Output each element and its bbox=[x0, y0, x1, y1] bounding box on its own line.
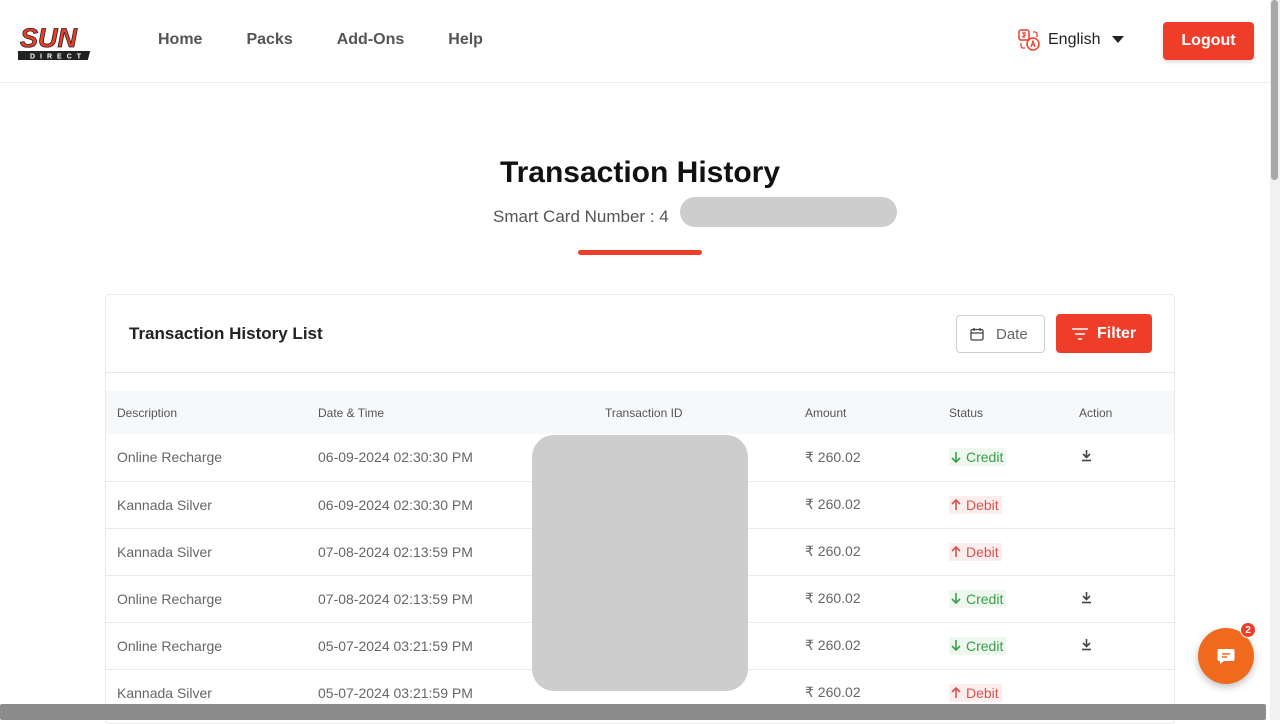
col-status: Status bbox=[949, 405, 984, 420]
card-title: Transaction History List bbox=[129, 324, 323, 343]
vertical-scrollbar-thumb[interactable] bbox=[1271, 0, 1278, 180]
col-transaction-id: Transaction ID bbox=[605, 405, 683, 420]
top-header: SUN DIRECT Home Packs Add-Ons Help Engli… bbox=[0, 0, 1270, 83]
row-description: Online Recharge bbox=[117, 449, 223, 466]
status-badge: Debit bbox=[949, 683, 1002, 702]
chat-icon bbox=[1217, 649, 1235, 664]
translate-icon bbox=[1018, 29, 1040, 51]
row-amount: ₹ 260.02 bbox=[805, 590, 861, 606]
redacted-transaction-ids bbox=[532, 435, 748, 691]
nav-home[interactable]: Home bbox=[158, 31, 202, 49]
page-title: Transaction History bbox=[499, 156, 781, 189]
status-text: Credit bbox=[966, 590, 1004, 607]
caret-down-icon bbox=[1112, 36, 1125, 43]
nav-add-ons[interactable]: Add-Ons bbox=[337, 31, 405, 49]
chat-notification-badge: 2 bbox=[1240, 622, 1256, 638]
title-underline bbox=[578, 250, 702, 255]
row-description: Kannada Silver bbox=[117, 496, 212, 513]
table-header-row: Description Date & Time Transaction ID A… bbox=[106, 391, 1174, 434]
status-badge: Debit bbox=[949, 495, 1002, 514]
arrow-up-icon bbox=[951, 499, 961, 510]
nav-packs[interactable]: Packs bbox=[246, 31, 292, 49]
redacted-card-number bbox=[680, 197, 897, 227]
vertical-scrollbar[interactable] bbox=[1270, 0, 1280, 720]
logout-button[interactable]: Logout bbox=[1163, 22, 1254, 60]
row-amount: ₹ 260.02 bbox=[805, 496, 861, 512]
arrow-down-icon bbox=[951, 451, 961, 463]
calendar-icon bbox=[970, 328, 984, 341]
download-icon[interactable] bbox=[1081, 450, 1092, 462]
status-badge: Credit bbox=[949, 589, 1007, 608]
download-icon[interactable] bbox=[1081, 638, 1092, 651]
arrow-up-icon bbox=[951, 687, 961, 698]
filter-label: Filter bbox=[1097, 324, 1137, 342]
nav-help[interactable]: Help bbox=[448, 31, 483, 49]
status-badge: Credit bbox=[949, 448, 1007, 467]
date-label: Date bbox=[996, 325, 1028, 343]
row-amount: ₹ 260.02 bbox=[805, 637, 861, 653]
svg-text:DIRECT: DIRECT bbox=[30, 54, 86, 61]
main-nav: Home Packs Add-Ons Help bbox=[158, 31, 527, 49]
status-badge: Debit bbox=[949, 542, 1002, 561]
col-amount: Amount bbox=[805, 405, 847, 420]
filter-button[interactable]: Filter bbox=[1056, 314, 1152, 353]
card-header: Transaction History List Date Filter bbox=[106, 295, 1174, 373]
row-description: Kannada Silver bbox=[117, 543, 212, 560]
arrow-down-icon bbox=[951, 640, 961, 651]
sun-direct-logo[interactable]: SUN DIRECT bbox=[18, 22, 110, 62]
status-text: Debit bbox=[966, 496, 999, 513]
svg-text:SUN: SUN bbox=[20, 23, 78, 53]
col-description: Description bbox=[117, 405, 178, 420]
status-text: Debit bbox=[966, 543, 999, 560]
row-amount: ₹ 260.02 bbox=[805, 448, 861, 465]
row-description: Online Recharge bbox=[117, 590, 223, 607]
download-icon[interactable] bbox=[1081, 591, 1092, 604]
status-text: Debit bbox=[966, 684, 999, 701]
date-picker-button[interactable]: Date bbox=[956, 315, 1045, 353]
col-date-time: Date & Time bbox=[318, 405, 385, 420]
horizontal-scrollbar[interactable] bbox=[0, 704, 1266, 720]
filter-icon bbox=[1072, 327, 1088, 340]
smart-card-number: Smart Card Number : 4 bbox=[493, 207, 669, 226]
language-label: English bbox=[1048, 31, 1101, 48]
arrow-up-icon bbox=[951, 546, 961, 557]
row-description: Online Recharge bbox=[117, 637, 223, 654]
status-badge: Credit bbox=[949, 636, 1007, 655]
status-text: Credit bbox=[966, 637, 1004, 654]
language-selector[interactable]: English bbox=[1018, 29, 1125, 51]
arrow-down-icon bbox=[951, 593, 961, 604]
col-action: Action bbox=[1079, 405, 1113, 420]
row-amount: ₹ 260.02 bbox=[805, 543, 861, 559]
status-text: Credit bbox=[966, 449, 1004, 466]
